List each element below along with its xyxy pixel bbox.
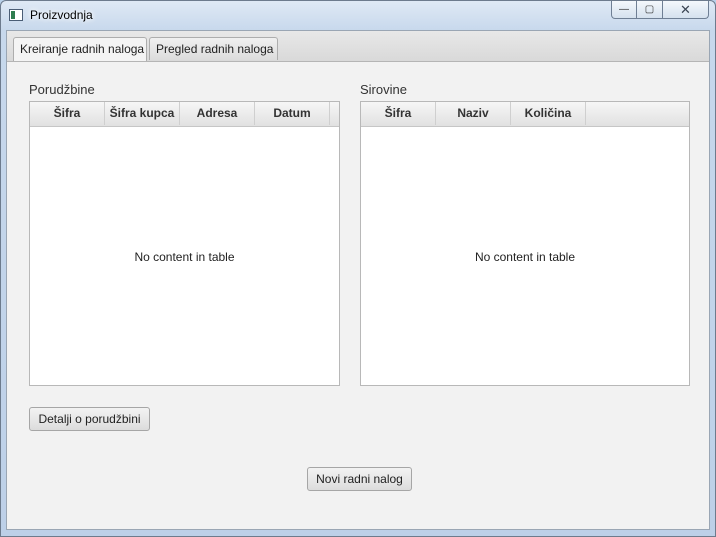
orders-table[interactable]: Šifra Šifra kupca Adresa Datum No conten… [29, 101, 340, 386]
materials-col-kolicina[interactable]: Količina [511, 102, 586, 125]
new-work-order-button[interactable]: Novi radni nalog [307, 467, 412, 491]
tab-create-work-orders[interactable]: Kreiranje radnih naloga [13, 37, 147, 61]
minimize-icon: — [619, 4, 629, 15]
app-window-icon[interactable] [9, 9, 23, 21]
orders-table-header: Šifra Šifra kupca Adresa Datum [30, 102, 339, 127]
materials-table-header: Šifra Naziv Količina [361, 102, 689, 127]
materials-table[interactable]: Šifra Naziv Količina No content in table [360, 101, 690, 386]
order-details-button[interactable]: Detalji o porudžbini [29, 407, 150, 431]
materials-col-sifra[interactable]: Šifra [361, 102, 436, 125]
maximize-icon: ▢ [644, 4, 655, 15]
window-title: Proizvodnja [30, 8, 93, 22]
client-area: Kreiranje radnih naloga Pregled radnih n… [6, 30, 710, 530]
materials-label: Sirovine [360, 82, 407, 97]
close-button[interactable]: ✕ [663, 1, 709, 19]
minimize-button[interactable]: — [611, 1, 637, 19]
orders-col-sifra[interactable]: Šifra [30, 102, 105, 125]
orders-empty-message: No content in table [134, 250, 235, 264]
close-icon: ✕ [680, 1, 691, 17]
application-window: Proizvodnja — ▢ ✕ Kreiranje radnih nalog… [0, 0, 716, 537]
title-bar[interactable]: Proizvodnja — ▢ ✕ [1, 1, 715, 31]
orders-col-sifra-kupca[interactable]: Šifra kupca [105, 102, 180, 125]
tab-review-work-orders[interactable]: Pregled radnih naloga [149, 37, 278, 60]
materials-col-naziv[interactable]: Naziv [436, 102, 511, 125]
orders-label: Porudžbine [29, 82, 95, 97]
window-controls: — ▢ ✕ [611, 1, 709, 19]
orders-col-datum[interactable]: Datum [255, 102, 330, 125]
maximize-button[interactable]: ▢ [637, 1, 663, 19]
tab-strip: Kreiranje radnih naloga Pregled radnih n… [7, 31, 709, 62]
orders-col-adresa[interactable]: Adresa [180, 102, 255, 125]
materials-empty-message: No content in table [474, 250, 576, 264]
